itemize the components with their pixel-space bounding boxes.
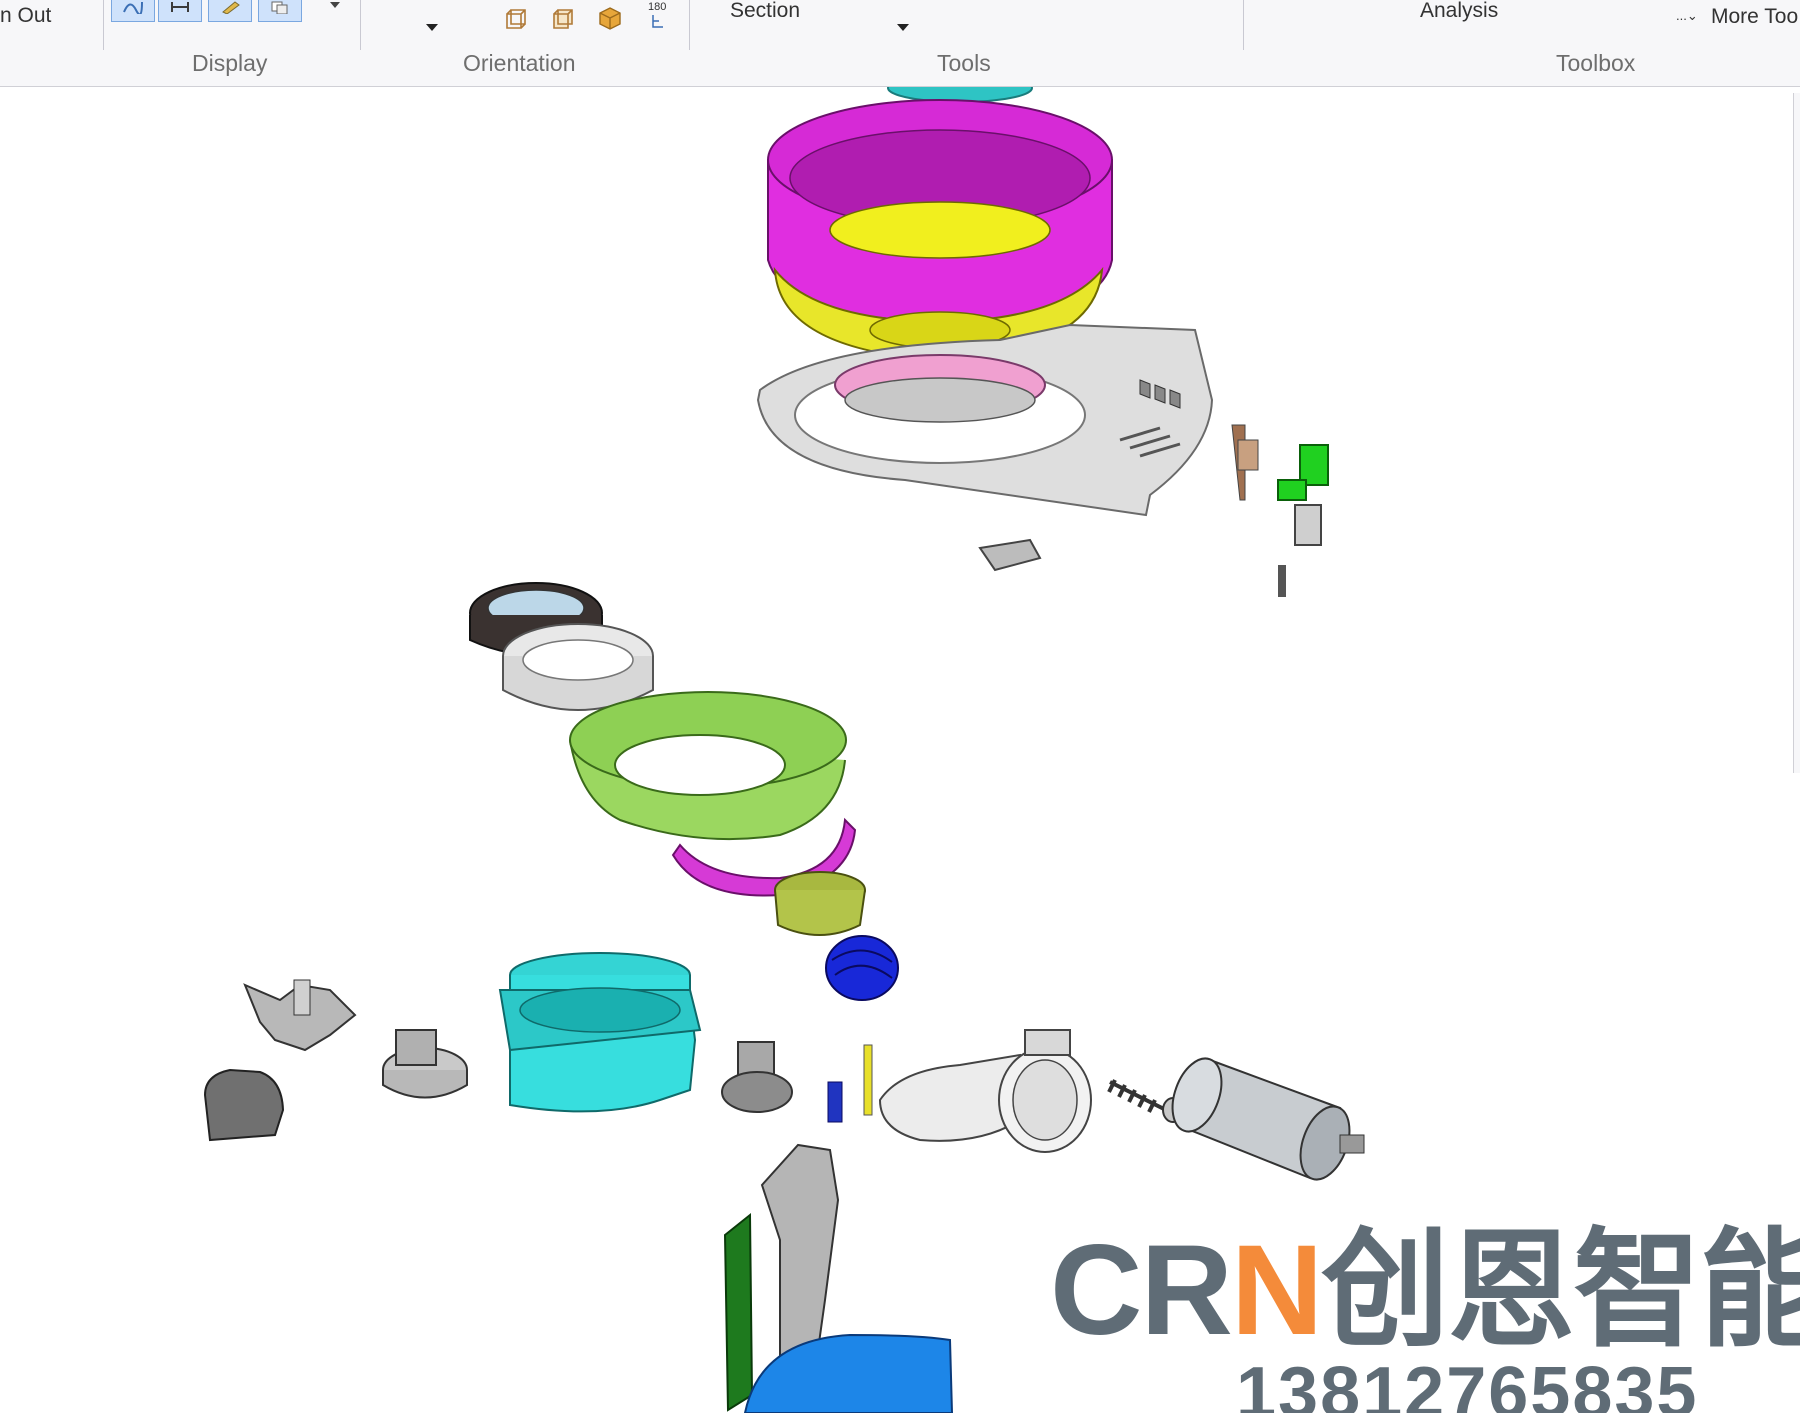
ribbon-separator	[1243, 0, 1244, 50]
green-pcb-board[interactable]	[723, 1212, 754, 1412]
zoom-out-button[interactable]: n Out	[0, 4, 51, 28]
display-sketch-button[interactable]	[111, 0, 155, 22]
brand-letter-orange: N	[1230, 1219, 1323, 1362]
display-dimension-button[interactable]	[158, 0, 202, 22]
dimension-icon	[171, 2, 189, 12]
isometric-view-icon[interactable]	[598, 6, 622, 30]
exploded-assembly-view[interactable]	[0, 87, 1800, 1413]
front-view-icon[interactable]	[505, 6, 529, 30]
blue-auger-part[interactable]	[825, 935, 899, 1001]
grey-knob-part[interactable]	[203, 1068, 285, 1142]
layers-icon	[271, 1, 288, 14]
small-gear-part[interactable]	[721, 1041, 793, 1113]
display-layers-button[interactable]	[258, 0, 302, 22]
back-view-icon[interactable]	[552, 6, 576, 30]
green-bowl-part[interactable]	[569, 691, 847, 841]
orientation-dropdown-arrow-icon[interactable]	[426, 24, 438, 32]
sketch-curve-icon	[123, 1, 143, 14]
rotate-180-label: 180	[648, 1, 667, 13]
white-ring-part[interactable]	[502, 623, 654, 711]
motor-cylinder[interactable]	[1163, 1052, 1365, 1186]
display-dropdown-arrow-icon[interactable]	[330, 2, 340, 10]
white-drive-housing[interactable]	[878, 1029, 1092, 1153]
spring-part[interactable]	[1107, 1079, 1184, 1123]
olive-cup-part[interactable]	[774, 871, 866, 936]
grey-spider-bracket[interactable]	[243, 979, 357, 1052]
more-tools-dropdown-icon[interactable]: ...⌄	[1676, 8, 1698, 24]
ribbon-toolbar: n Out 180 Section Analysis ...⌄ More Too…	[0, 0, 1800, 87]
grey-base-plate[interactable]	[756, 323, 1214, 517]
blue-pin-part[interactable]	[827, 1081, 843, 1123]
markup-dropdown-arrow-icon[interactable]	[897, 24, 909, 32]
cyan-housing-part[interactable]	[498, 952, 702, 1113]
pencil-icon	[222, 1, 240, 14]
section-tool-button[interactable]: Section	[730, 0, 800, 23]
display-group-label: Display	[192, 50, 268, 76]
brand-chinese-name: 创恩智能	[1321, 1219, 1800, 1362]
vertical-scrollbar[interactable]	[1793, 93, 1800, 773]
analysis-tool-button[interactable]: Analysis	[1420, 0, 1498, 23]
rotate-180-icon[interactable]	[650, 13, 666, 29]
brand-watermark-logo: CRN创恩智能	[1050, 1227, 1800, 1355]
magenta-bowl-part[interactable]	[767, 99, 1113, 324]
more-tools-button[interactable]: More Too	[1711, 5, 1798, 29]
toolbox-group-label: Toolbox	[1556, 50, 1636, 76]
yellow-pin-part[interactable]	[863, 1044, 873, 1116]
brand-letters-gray: CR	[1050, 1219, 1233, 1362]
grey-gear-part[interactable]	[382, 1029, 468, 1099]
model-viewport[interactable]: CRN创恩智能 13812765835	[0, 87, 1800, 1413]
display-annotation-button[interactable]	[208, 0, 252, 22]
ribbon-separator	[103, 0, 104, 50]
blue-base-part[interactable]	[743, 1333, 954, 1413]
tools-group-label: Tools	[937, 50, 991, 76]
ribbon-separator	[360, 0, 361, 50]
orientation-group-label: Orientation	[463, 50, 576, 76]
brand-phone-number: 13812765835	[1236, 1353, 1699, 1413]
ribbon-separator	[689, 0, 690, 50]
